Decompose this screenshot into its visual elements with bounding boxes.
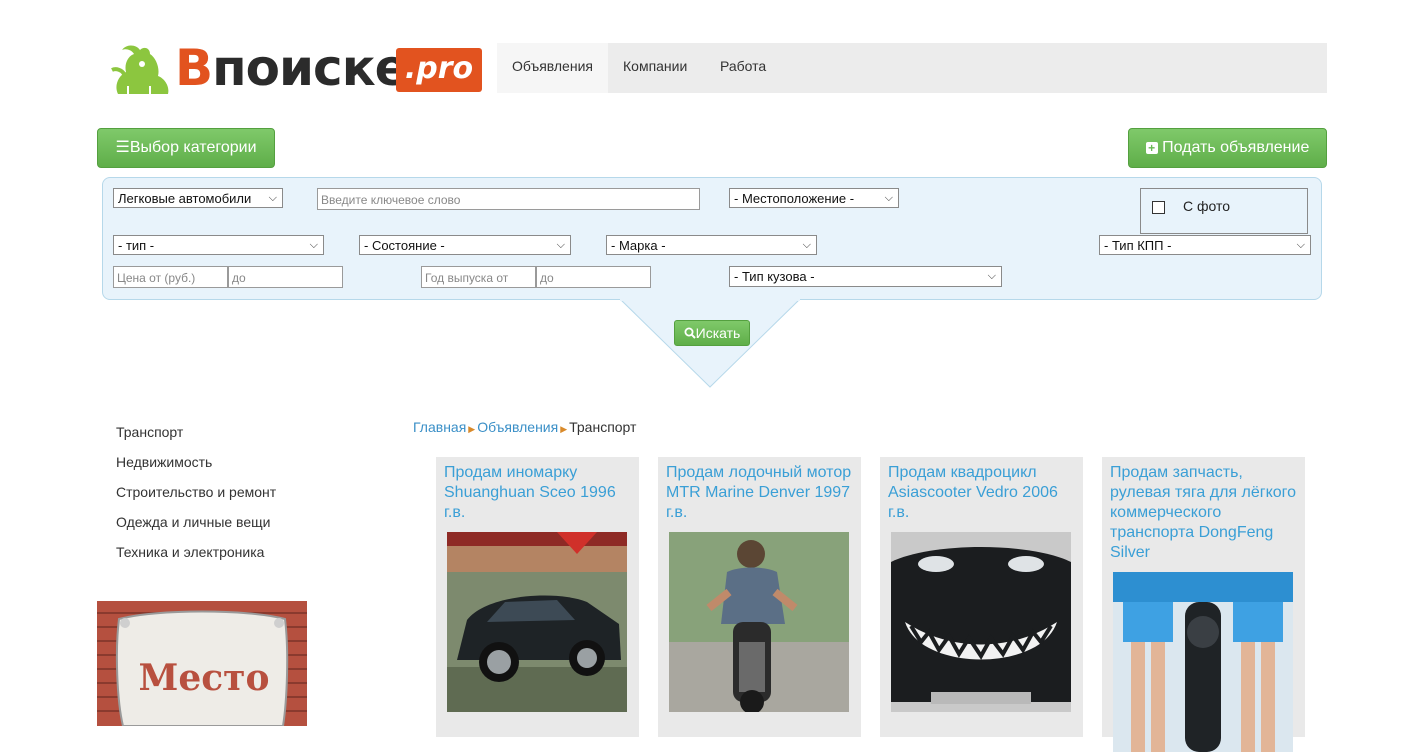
gearbox-select[interactable]: - Тип КПП - ⌵ bbox=[1099, 235, 1311, 255]
chevron-down-icon: ⌵ bbox=[802, 239, 811, 251]
search-button[interactable]: Искать bbox=[674, 320, 750, 346]
logo-mascot-icon bbox=[111, 45, 169, 94]
triangle-right-icon: ▶ bbox=[560, 424, 568, 434]
sidebar-item-clothing[interactable]: Одежда и личные вещи bbox=[116, 514, 270, 530]
sidebar-item-construction[interactable]: Строительство и ремонт bbox=[116, 484, 276, 500]
price-to-input[interactable]: до bbox=[228, 266, 343, 288]
sidebar-item-realty[interactable]: Недвижимость bbox=[116, 454, 212, 470]
year-to-input[interactable]: до bbox=[536, 266, 651, 288]
body-type-select[interactable]: - Тип кузова - ⌵ bbox=[729, 266, 1002, 287]
listing-card[interactable]: Продам запчасть, рулевая тяга для лёгког… bbox=[1102, 457, 1305, 752]
listing-image[interactable] bbox=[669, 532, 849, 712]
search-icon bbox=[684, 327, 696, 339]
listing-title[interactable]: Продам лодочный мотор MTR Marine Denver … bbox=[666, 463, 856, 523]
top-nav: Объявления Компании Работа bbox=[497, 43, 1327, 93]
ad-banner[interactable]: Место bbox=[97, 601, 307, 726]
logo-badge: .pro bbox=[396, 48, 482, 92]
post-ad-button[interactable]: + Подать объявление bbox=[1128, 128, 1327, 168]
triangle-right-icon: ▶ bbox=[468, 424, 476, 434]
tab-jobs[interactable]: Работа bbox=[705, 43, 781, 93]
category-select[interactable]: Легковые автомобили ⌵ bbox=[113, 188, 283, 208]
year-from-input[interactable]: Год выпуска от bbox=[421, 266, 536, 288]
sidebar-item-electronics[interactable]: Техника и электроника bbox=[116, 544, 264, 560]
chevron-down-icon: ⌵ bbox=[268, 192, 277, 204]
menu-icon: ☰ bbox=[115, 139, 130, 156]
listing-image[interactable] bbox=[891, 532, 1071, 712]
chevron-down-icon: ⌵ bbox=[987, 270, 996, 282]
breadcrumb-ads[interactable]: Объявления bbox=[477, 419, 558, 435]
listing-image[interactable] bbox=[447, 532, 627, 712]
sidebar-item-transport[interactable]: Транспорт bbox=[116, 424, 183, 440]
chevron-down-icon: ⌵ bbox=[1296, 239, 1305, 251]
breadcrumb: Главная ▶ Объявления ▶ Транспорт bbox=[413, 419, 636, 435]
listing-title[interactable]: Продам запчасть, рулевая тяга для лёгког… bbox=[1110, 463, 1300, 563]
keyword-input[interactable]: Введите ключевое слово bbox=[317, 188, 700, 210]
listing-title[interactable]: Продам иномарку Shuanghuan Sceo 1996 г.в… bbox=[444, 463, 634, 523]
chevron-down-icon: ⌵ bbox=[309, 239, 318, 251]
category-button[interactable]: ☰Выбор категории bbox=[97, 128, 275, 168]
location-select[interactable]: - Местоположение - ⌵ bbox=[729, 188, 899, 208]
tab-companies[interactable]: Компании bbox=[608, 43, 702, 93]
chevron-down-icon: ⌵ bbox=[556, 239, 565, 251]
brand-select[interactable]: - Марка - ⌵ bbox=[606, 235, 817, 255]
chevron-down-icon: ⌵ bbox=[884, 192, 893, 204]
listing-card[interactable]: Продам иномарку Shuanghuan Sceo 1996 г.в… bbox=[436, 457, 639, 737]
with-photo-filter[interactable]: С фото bbox=[1140, 188, 1308, 234]
breadcrumb-current: Транспорт bbox=[569, 419, 637, 435]
price-from-input[interactable]: Цена от (руб.) bbox=[113, 266, 228, 288]
listing-image[interactable] bbox=[1113, 572, 1293, 752]
tab-ads[interactable]: Объявления bbox=[497, 43, 608, 93]
with-photo-checkbox[interactable] bbox=[1152, 201, 1165, 214]
breadcrumb-home[interactable]: Главная bbox=[413, 419, 466, 435]
listing-title[interactable]: Продам квадроцикл Asiascooter Vedro 2006… bbox=[888, 463, 1078, 523]
type-select[interactable]: - тип - ⌵ bbox=[113, 235, 324, 255]
logo-text: Впоиске bbox=[175, 39, 409, 97]
listing-card[interactable]: Продам квадроцикл Asiascooter Vedro 2006… bbox=[880, 457, 1083, 737]
listing-card[interactable]: Продам лодочный мотор MTR Marine Denver … bbox=[658, 457, 861, 737]
condition-select[interactable]: - Состояние - ⌵ bbox=[359, 235, 571, 255]
ad-banner-text: Место bbox=[138, 657, 270, 699]
site-logo[interactable]: Впоиске .pro bbox=[110, 39, 485, 98]
plus-square-icon: + bbox=[1145, 142, 1158, 154]
search-panel-pointer-fill bbox=[620, 297, 800, 301]
with-photo-label: С фото bbox=[1183, 198, 1231, 214]
